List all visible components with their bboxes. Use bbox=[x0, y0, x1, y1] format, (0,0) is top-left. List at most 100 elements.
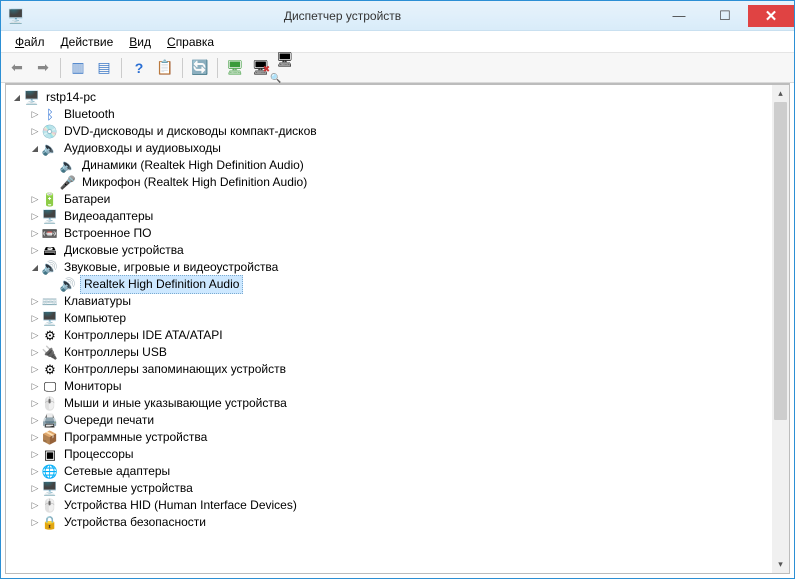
device-icon: ⚙ bbox=[42, 362, 58, 378]
expand-arrow-icon[interactable] bbox=[28, 293, 42, 310]
tree-category[interactable]: 🖥️Системные устройства bbox=[8, 480, 787, 497]
expand-arrow-icon[interactable] bbox=[28, 208, 42, 225]
tree-category[interactable]: 🖥️Компьютер bbox=[8, 310, 787, 327]
tree-category[interactable]: ⌨️Клавиатуры bbox=[8, 293, 787, 310]
toolbar-separator bbox=[60, 58, 61, 78]
toolbar-separator bbox=[182, 58, 183, 78]
expand-arrow-icon[interactable] bbox=[28, 497, 42, 514]
show-hide-tree-button[interactable]: ▥ bbox=[66, 56, 90, 80]
tree-item-label: Дисковые устройства bbox=[62, 242, 186, 259]
expand-arrow-icon[interactable] bbox=[28, 463, 42, 480]
tree-item-label: Видеоадаптеры bbox=[62, 208, 155, 225]
details-icon: ▤ bbox=[97, 59, 110, 76]
tree-device[interactable]: 🔊Realtek High Definition Audio bbox=[8, 276, 787, 293]
tree-category[interactable]: 🔌Контроллеры USB bbox=[8, 344, 787, 361]
menu-file[interactable]: Файл bbox=[7, 33, 53, 51]
scroll-track[interactable] bbox=[772, 102, 789, 556]
device-icon: 🔈 bbox=[60, 158, 76, 174]
maximize-button[interactable]: ☐ bbox=[702, 5, 748, 27]
menu-view[interactable]: Вид bbox=[121, 33, 159, 51]
device-tree[interactable]: 🖥️rstp14-pcᛒBluetooth💿DVD-дисководы и ди… bbox=[6, 85, 789, 573]
tree-category[interactable]: 🖨️Очереди печати bbox=[8, 412, 787, 429]
window-controls: — ☐ ✕ bbox=[656, 5, 794, 27]
titlebar[interactable]: 🖥️ Диспетчер устройств — ☐ ✕ bbox=[1, 1, 794, 31]
expand-arrow-icon[interactable] bbox=[28, 327, 42, 344]
tree-category[interactable]: ⚙Контроллеры IDE ATA/ATAPI bbox=[8, 327, 787, 344]
disable-icon: 🖥✖ bbox=[252, 59, 270, 76]
menu-help[interactable]: Справка bbox=[159, 33, 222, 51]
app-icon: 🖥️ bbox=[7, 8, 23, 24]
expand-arrow-icon[interactable] bbox=[28, 310, 42, 327]
menu-action[interactable]: Действие bbox=[53, 33, 122, 51]
uninstall-button[interactable]: 🖥 bbox=[223, 56, 247, 80]
expand-arrow-icon[interactable] bbox=[28, 344, 42, 361]
properties-button[interactable]: 📋 bbox=[153, 56, 177, 80]
vertical-scrollbar[interactable]: ▴ ▾ bbox=[772, 85, 789, 573]
tree-category[interactable]: 💿DVD-дисководы и дисководы компакт-диско… bbox=[8, 123, 787, 140]
expand-arrow-icon[interactable] bbox=[28, 123, 42, 140]
expand-arrow-icon[interactable] bbox=[28, 242, 42, 259]
back-button[interactable]: ⬅ bbox=[5, 56, 29, 80]
tree-category[interactable]: 📦Программные устройства bbox=[8, 429, 787, 446]
tree-device[interactable]: 🎤Микрофон (Realtek High Definition Audio… bbox=[8, 174, 787, 191]
tree-category[interactable]: 🌐Сетевые адаптеры bbox=[8, 463, 787, 480]
expand-arrow-icon[interactable] bbox=[28, 446, 42, 463]
tree-category[interactable]: ᛒBluetooth bbox=[8, 106, 787, 123]
tree-category[interactable]: 🖵Мониторы bbox=[8, 378, 787, 395]
scroll-up-button[interactable]: ▴ bbox=[772, 85, 789, 102]
close-button[interactable]: ✕ bbox=[748, 5, 794, 27]
arrow-left-icon: ⬅ bbox=[11, 59, 23, 76]
expand-arrow-icon[interactable] bbox=[28, 378, 42, 395]
tree-item-label: Батареи bbox=[62, 191, 112, 208]
expand-arrow-icon[interactable] bbox=[28, 361, 42, 378]
collapse-arrow-icon[interactable] bbox=[10, 89, 24, 106]
tree-category[interactable]: 🖴Дисковые устройства bbox=[8, 242, 787, 259]
forward-button[interactable]: ➡ bbox=[31, 56, 55, 80]
toolbar: ⬅ ➡ ▥ ▤ ? 📋 🔄 🖥 🖥✖ 🖥🔍 bbox=[1, 53, 794, 83]
expand-arrow-icon[interactable] bbox=[28, 480, 42, 497]
tree-device[interactable]: 🔈Динамики (Realtek High Definition Audio… bbox=[8, 157, 787, 174]
device-icon: 🔌 bbox=[42, 345, 58, 361]
tree-category[interactable]: 🔒Устройства безопасности bbox=[8, 514, 787, 531]
device-icon: 🔈 bbox=[42, 141, 58, 157]
tree-category[interactable]: 🖱️Устройства HID (Human Interface Device… bbox=[8, 497, 787, 514]
tree-item-label: Устройства безопасности bbox=[62, 514, 208, 531]
help-button[interactable]: ? bbox=[127, 56, 151, 80]
expand-arrow-icon[interactable] bbox=[28, 191, 42, 208]
tree-category[interactable]: ▣Процессоры bbox=[8, 446, 787, 463]
expand-arrow-icon[interactable] bbox=[28, 514, 42, 531]
tree-item-label: Устройства HID (Human Interface Devices) bbox=[62, 497, 299, 514]
expand-arrow-icon[interactable] bbox=[28, 395, 42, 412]
tree-root[interactable]: 🖥️rstp14-pc bbox=[8, 89, 787, 106]
tree-category[interactable]: 🔈Аудиовходы и аудиовыходы bbox=[8, 140, 787, 157]
tree-category[interactable]: 🖥️Видеоадаптеры bbox=[8, 208, 787, 225]
expand-arrow-icon[interactable] bbox=[28, 412, 42, 429]
scroll-down-button[interactable]: ▾ bbox=[772, 556, 789, 573]
scan-hardware-button[interactable]: 🖥🔍 bbox=[275, 56, 299, 80]
tree-item-label: Мониторы bbox=[62, 378, 123, 395]
collapse-arrow-icon[interactable] bbox=[28, 140, 42, 157]
tree-item-label: Очереди печати bbox=[62, 412, 156, 429]
tree-category[interactable]: ⚙Контроллеры запоминающих устройств bbox=[8, 361, 787, 378]
help-icon: ? bbox=[135, 60, 144, 76]
tree-category[interactable]: 🖱️Мыши и иные указывающие устройства bbox=[8, 395, 787, 412]
expand-arrow-icon[interactable] bbox=[28, 106, 42, 123]
device-icon: 🖥️ bbox=[42, 481, 58, 497]
toolbar-separator bbox=[121, 58, 122, 78]
tree-category[interactable]: 🔋Батареи bbox=[8, 191, 787, 208]
tree-item-label: Процессоры bbox=[62, 446, 136, 463]
tree-category[interactable]: 🔊Звуковые, игровые и видеоустройства bbox=[8, 259, 787, 276]
minimize-button[interactable]: — bbox=[656, 5, 702, 27]
update-driver-button[interactable]: 🔄 bbox=[188, 56, 212, 80]
expand-arrow-icon[interactable] bbox=[28, 225, 42, 242]
device-icon: ⌨️ bbox=[42, 294, 58, 310]
tree-category[interactable]: 📼Встроенное ПО bbox=[8, 225, 787, 242]
expand-arrow-icon[interactable] bbox=[28, 429, 42, 446]
properties-icon: 📋 bbox=[156, 59, 173, 76]
tree-item-label: Realtek High Definition Audio bbox=[80, 275, 243, 294]
details-button[interactable]: ▤ bbox=[92, 56, 116, 80]
collapse-arrow-icon[interactable] bbox=[28, 259, 42, 276]
device-icon: 📦 bbox=[42, 430, 58, 446]
device-icon: 🖵 bbox=[42, 379, 58, 395]
scroll-thumb[interactable] bbox=[774, 102, 787, 420]
